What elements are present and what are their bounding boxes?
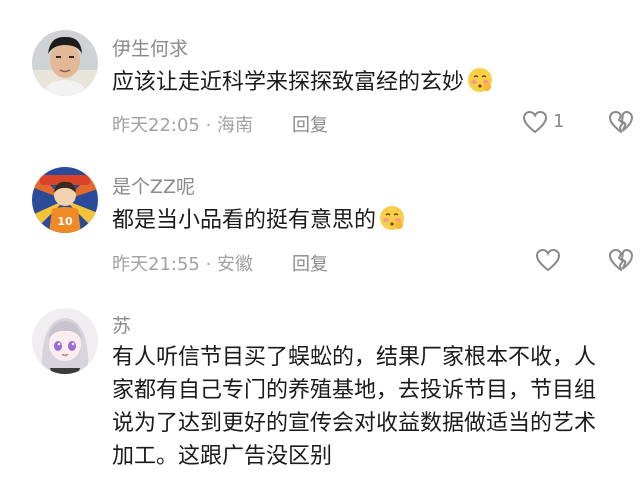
like-count: 1 bbox=[553, 111, 565, 132]
comment-text-line: 家都有自己专门的养殖基地，去投诉节目，节目组 bbox=[112, 378, 597, 403]
comment-text: 应该让走近科学来探探致富经的玄妙 bbox=[112, 66, 494, 100]
comment-item: 苏 有人听信节目买了蜈蚣的，结果厂家根本不收，人 家都有自己专门的养殖基地，去投… bbox=[0, 290, 640, 485]
user-avatar[interactable]: 10 bbox=[32, 167, 98, 233]
svg-text:10: 10 bbox=[57, 215, 73, 228]
username[interactable]: 伊生何求 bbox=[112, 34, 188, 61]
broken-heart-icon[interactable] bbox=[608, 110, 634, 134]
user-avatar[interactable] bbox=[32, 308, 98, 374]
avatar-illustration: 10 bbox=[32, 167, 98, 233]
like-heart-icon[interactable] bbox=[522, 110, 548, 134]
like-heart-icon[interactable] bbox=[535, 248, 561, 272]
comment-time-location: 昨天22:05 · 海南 bbox=[112, 115, 254, 136]
avatar-photo bbox=[32, 30, 98, 96]
avatar-illustration bbox=[32, 308, 98, 374]
comment-text-line: 说为了达到更好的宣传会对收益数据做适当的艺术 bbox=[112, 411, 597, 436]
reply-button[interactable]: 回复 bbox=[292, 250, 328, 276]
comment-time-location: 昨天21:55 · 安徽 bbox=[112, 254, 254, 275]
comment-text-body: 都是当小品看的挺有意思的 bbox=[112, 208, 377, 233]
username[interactable]: 苏 bbox=[112, 311, 131, 338]
comment-text-line: 有人听信节目买了蜈蚣的，结果厂家根本不收，人 bbox=[112, 345, 597, 370]
comment-item: 伊生何求 应该让走近科学来探探致富经的玄妙 昨天22:05 · 海南 回复 1 bbox=[0, 0, 640, 150]
comment-text: 有人听信节目买了蜈蚣的，结果厂家根本不收，人 家都有自己专门的养殖基地，去投诉节… bbox=[112, 341, 632, 473]
shy-face-emoji-icon bbox=[378, 204, 406, 232]
comment-item: 10 是个ZZ呢 都是当小品看的挺有意思的 昨天21:55 · 安徽 回复 bbox=[0, 150, 640, 290]
comment-text-line: 加工。这跟广告没区别 bbox=[112, 444, 333, 469]
reply-button[interactable]: 回复 bbox=[292, 111, 328, 137]
user-avatar[interactable] bbox=[32, 30, 98, 96]
broken-heart-icon[interactable] bbox=[608, 248, 634, 272]
comment-text-body: 应该让走近科学来探探致富经的玄妙 bbox=[112, 70, 465, 95]
comment-text: 都是当小品看的挺有意思的 bbox=[112, 204, 406, 238]
shy-face-emoji-icon bbox=[466, 66, 494, 94]
username[interactable]: 是个ZZ呢 bbox=[112, 172, 195, 199]
